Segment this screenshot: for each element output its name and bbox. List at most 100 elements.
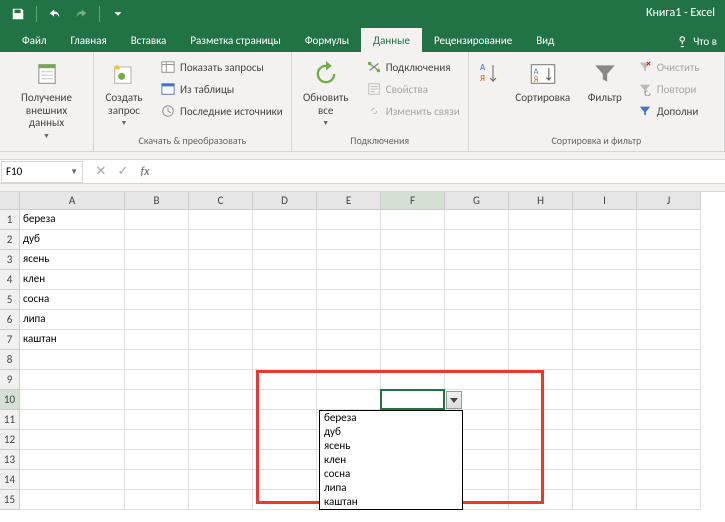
cell[interactable] (445, 250, 509, 270)
cell[interactable]: каштан (20, 330, 125, 350)
cell[interactable] (637, 250, 701, 270)
cell[interactable] (317, 310, 381, 330)
cell[interactable] (637, 370, 701, 390)
cell[interactable] (637, 270, 701, 290)
new-query-button[interactable]: Создать запрос ▼ (98, 56, 150, 129)
cell[interactable] (253, 470, 317, 490)
cell[interactable] (637, 390, 701, 410)
cell[interactable] (509, 390, 573, 410)
get-external-data-button[interactable]: Получение внешних данных ▼ (4, 56, 89, 142)
cell[interactable] (637, 210, 701, 230)
column-header[interactable]: D (253, 192, 317, 210)
cell[interactable] (317, 330, 381, 350)
tab-formulas[interactable]: Формулы (293, 28, 361, 52)
tab-insert[interactable]: Вставка (119, 28, 179, 52)
dropdown-item[interactable]: липа (320, 481, 462, 495)
cell[interactable] (20, 370, 125, 390)
cell[interactable] (317, 350, 381, 370)
row-header[interactable]: 8 (0, 350, 20, 370)
cell[interactable]: клен (20, 270, 125, 290)
cell[interactable] (317, 230, 381, 250)
cell[interactable] (381, 310, 445, 330)
cell[interactable] (445, 310, 509, 330)
cell[interactable] (573, 390, 637, 410)
cell[interactable] (509, 370, 573, 390)
cell[interactable] (509, 310, 573, 330)
sort-button[interactable]: АЯ Сортировка (509, 56, 577, 107)
tab-data[interactable]: Данные (361, 28, 422, 52)
advanced-filter-button[interactable]: Дополни (633, 100, 704, 122)
cell[interactable] (637, 470, 701, 490)
row-header[interactable]: 3 (0, 250, 20, 270)
row-header[interactable]: 9 (0, 370, 20, 390)
tab-file[interactable]: Файл (10, 28, 59, 52)
row-header[interactable]: 15 (0, 490, 20, 510)
cell[interactable] (445, 370, 509, 390)
row-header[interactable]: 6 (0, 310, 20, 330)
cell[interactable] (20, 410, 125, 430)
cell[interactable] (189, 410, 253, 430)
column-header[interactable]: F (381, 192, 445, 210)
worksheet-grid[interactable]: A B C D E F G H I J 12345678910111213141… (0, 192, 725, 510)
cell[interactable] (189, 290, 253, 310)
column-header[interactable]: A (20, 192, 125, 210)
cell[interactable] (509, 430, 573, 450)
cell[interactable] (637, 350, 701, 370)
cell[interactable] (573, 430, 637, 450)
cell[interactable] (317, 270, 381, 290)
cell[interactable] (125, 270, 189, 290)
cell[interactable] (573, 470, 637, 490)
tab-page-layout[interactable]: Разметка страницы (178, 28, 293, 52)
cell[interactable] (189, 490, 253, 510)
column-header[interactable]: G (445, 192, 509, 210)
redo-button[interactable] (69, 2, 93, 26)
show-queries-button[interactable]: Показать запросы (156, 56, 287, 78)
cell[interactable] (125, 350, 189, 370)
cell[interactable] (253, 270, 317, 290)
cell[interactable] (189, 370, 253, 390)
cell[interactable] (253, 250, 317, 270)
cell[interactable] (253, 230, 317, 250)
cell[interactable] (189, 390, 253, 410)
cell[interactable] (125, 390, 189, 410)
cell[interactable] (189, 330, 253, 350)
cell[interactable] (573, 250, 637, 270)
cell[interactable] (125, 370, 189, 390)
row-header[interactable]: 11 (0, 410, 20, 430)
cell[interactable] (509, 290, 573, 310)
cell[interactable] (509, 270, 573, 290)
cell[interactable] (573, 350, 637, 370)
cell[interactable] (381, 270, 445, 290)
column-header[interactable]: C (189, 192, 253, 210)
cell[interactable] (381, 290, 445, 310)
cell[interactable] (253, 430, 317, 450)
cell[interactable]: сосна (20, 290, 125, 310)
row-header[interactable]: 13 (0, 450, 20, 470)
cell[interactable] (637, 290, 701, 310)
cell[interactable] (20, 430, 125, 450)
column-header[interactable]: E (317, 192, 381, 210)
row-header[interactable]: 7 (0, 330, 20, 350)
cell[interactable] (381, 250, 445, 270)
cell[interactable] (637, 230, 701, 250)
row-header[interactable]: 2 (0, 230, 20, 250)
cell[interactable] (253, 390, 317, 410)
save-button[interactable] (6, 2, 30, 26)
cell[interactable] (253, 310, 317, 330)
cell[interactable] (20, 390, 125, 410)
cell[interactable] (573, 330, 637, 350)
cell[interactable] (253, 490, 317, 510)
cell[interactable] (189, 470, 253, 490)
column-header[interactable]: B (125, 192, 189, 210)
cell[interactable]: липа (20, 310, 125, 330)
cell[interactable] (445, 350, 509, 370)
formula-input[interactable] (163, 161, 725, 183)
recent-sources-button[interactable]: Последние источники (156, 100, 287, 122)
cell[interactable] (573, 450, 637, 470)
cell[interactable] (509, 210, 573, 230)
cell[interactable] (253, 210, 317, 230)
cell[interactable] (381, 330, 445, 350)
column-header[interactable]: J (637, 192, 701, 210)
cell[interactable] (573, 210, 637, 230)
from-table-button[interactable]: Из таблицы (156, 78, 287, 100)
